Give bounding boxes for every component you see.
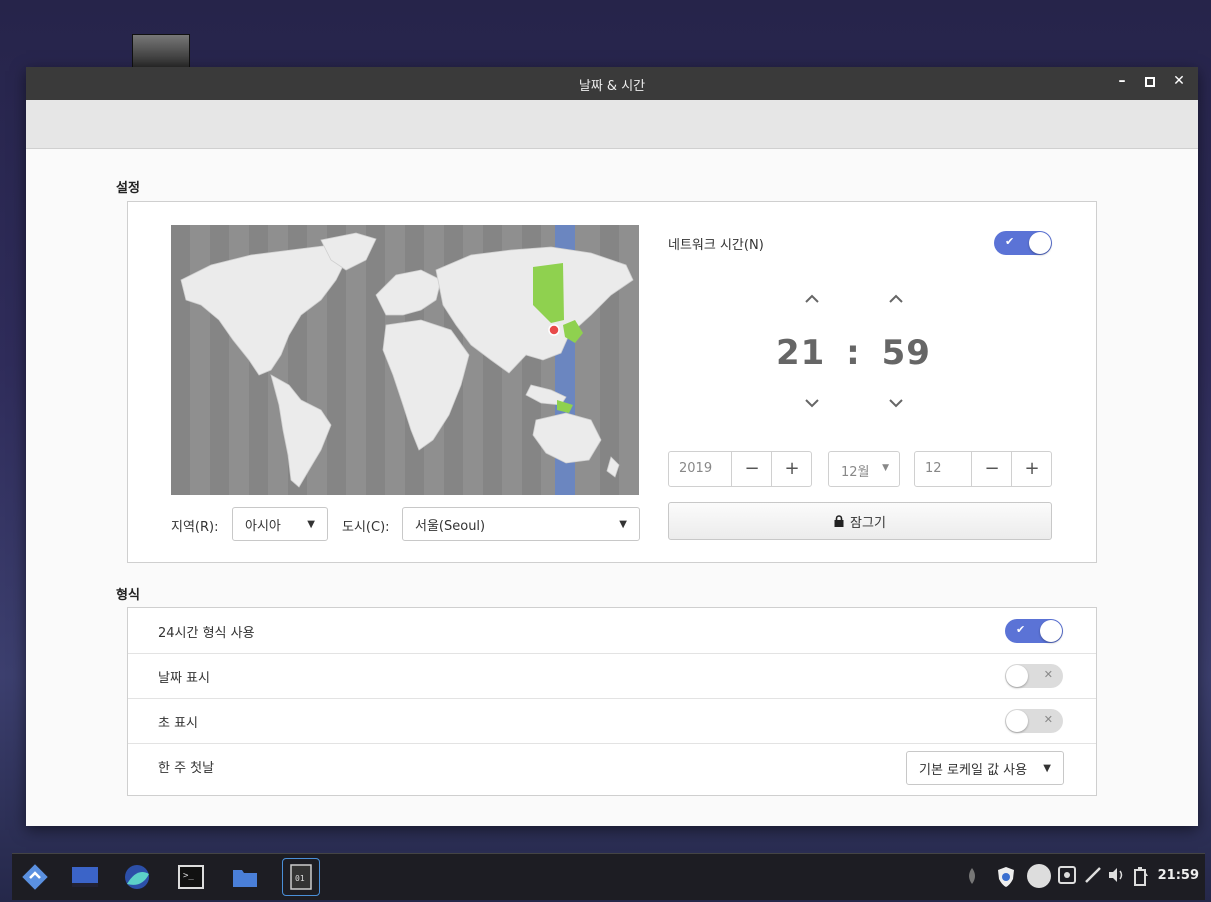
show-date-toggle[interactable]: ✕ — [1005, 664, 1063, 688]
city-label: 도시(C): — [342, 520, 390, 535]
show-seconds-toggle[interactable]: ✕ — [1005, 709, 1063, 733]
terminal-icon[interactable]: >_ — [176, 862, 206, 892]
svg-text:>_: >_ — [183, 871, 194, 881]
hour-value[interactable]: 21 — [776, 333, 825, 373]
toggle-knob — [1040, 620, 1062, 642]
title-bar: 날짜 & 시간 – ✕ — [26, 67, 1198, 100]
day-spinbox: 12 − + — [914, 451, 1052, 487]
screenshot-icon[interactable] — [1058, 866, 1076, 888]
year-spinbox: 2019 − + — [668, 451, 812, 487]
minute-value[interactable]: 59 — [882, 333, 931, 373]
chevron-down-icon: ▼ — [1043, 762, 1051, 774]
format-section-title: 형식 — [116, 588, 140, 603]
city-value: 서울(Seoul) — [415, 518, 486, 534]
format-24h-label: 24시간 형식 사용 — [158, 626, 255, 641]
lock-icon — [834, 515, 844, 527]
show-date-label: 날짜 표시 — [158, 671, 210, 686]
datetime-window: 날짜 & 시간 – ✕ 설정 지역(R): 아시아 ▼ 도시(C): 서울(Se… — [26, 67, 1198, 826]
shield-icon[interactable] — [996, 866, 1016, 888]
x-icon: ✕ — [1043, 713, 1053, 726]
network-time-label: 네트워크 시간(N) — [668, 238, 764, 253]
battery-icon[interactable] — [1132, 866, 1150, 888]
chevron-down-icon: ▼ — [882, 463, 889, 473]
minute-down-arrow-icon[interactable] — [881, 389, 911, 414]
day-decrement-button[interactable]: − — [971, 452, 1012, 486]
year-increment-button[interactable]: + — [771, 452, 812, 486]
hour-up-arrow-icon[interactable] — [797, 285, 827, 310]
svg-text:01: 01 — [295, 874, 305, 883]
time-display: 21 : 59 — [776, 333, 931, 373]
circle-icon[interactable] — [1026, 863, 1052, 888]
world-map-graphic — [171, 225, 634, 495]
format-24h-toggle[interactable]: ✔ — [1005, 619, 1063, 643]
network-time-toggle[interactable]: ✔ — [994, 231, 1052, 255]
pen-icon[interactable] — [1084, 866, 1102, 888]
year-value[interactable]: 2019 — [679, 461, 712, 476]
launcher-icon[interactable] — [20, 862, 50, 892]
browser-icon[interactable] — [122, 862, 152, 892]
minute-up-arrow-icon[interactable] — [881, 285, 911, 310]
region-dropdown[interactable]: 아시아 ▼ — [232, 507, 328, 541]
lock-button[interactable]: 잠그기 — [668, 502, 1052, 540]
day-value[interactable]: 12 — [925, 461, 942, 476]
first-day-label: 한 주 첫날 — [158, 761, 215, 776]
close-button[interactable]: ✕ — [1169, 73, 1189, 89]
location-marker — [548, 324, 560, 336]
timezone-map[interactable] — [171, 225, 639, 495]
minimize-button[interactable]: – — [1112, 73, 1132, 89]
month-value: 12월 — [841, 465, 870, 480]
lock-label: 잠그기 — [850, 515, 886, 531]
files-icon[interactable] — [230, 862, 260, 892]
desktop-icon[interactable] — [70, 862, 100, 892]
header-bar — [26, 100, 1198, 149]
chevron-down-icon: ▼ — [307, 518, 315, 530]
month-dropdown[interactable]: 12월 ▼ — [828, 451, 900, 487]
datetime-app-icon[interactable]: 01 — [282, 858, 320, 896]
volume-icon[interactable] — [1107, 866, 1127, 888]
maximize-button[interactable] — [1140, 73, 1160, 91]
year-decrement-button[interactable]: − — [731, 452, 772, 486]
check-icon: ✔ — [1005, 235, 1015, 248]
list-item: 초 표시 ✕ — [128, 698, 1096, 744]
region-label: 지역(R): — [171, 520, 219, 535]
region-value: 아시아 — [245, 518, 281, 534]
window-title: 날짜 & 시간 — [578, 79, 646, 94]
check-icon: ✔ — [1016, 623, 1026, 636]
hour-down-arrow-icon[interactable] — [797, 389, 827, 414]
list-item: 24시간 형식 사용 ✔ — [128, 608, 1096, 654]
first-day-value: 기본 로케일 값 사용 — [919, 762, 1028, 778]
taskbar-clock[interactable]: 21:59 — [1158, 868, 1199, 883]
settings-section-title: 설정 — [116, 181, 140, 196]
show-seconds-label: 초 표시 — [158, 716, 199, 731]
power-icon[interactable] — [964, 866, 980, 888]
day-increment-button[interactable]: + — [1011, 452, 1052, 486]
first-day-dropdown[interactable]: 기본 로케일 값 사용 ▼ — [906, 751, 1064, 785]
time-separator: : — [846, 333, 861, 373]
chevron-down-icon: ▼ — [619, 518, 627, 530]
city-dropdown[interactable]: 서울(Seoul) ▼ — [402, 507, 640, 541]
list-item: 한 주 첫날 기본 로케일 값 사용 ▼ — [128, 743, 1096, 788]
toggle-knob — [1029, 232, 1051, 254]
taskbar: >_ 01 21:59 — [12, 853, 1205, 900]
toggle-knob — [1006, 665, 1028, 687]
format-panel: 24시간 형식 사용 ✔ 날짜 표시 ✕ 초 표시 ✕ 한 주 첫날 기본 로케… — [127, 607, 1097, 796]
list-item: 날짜 표시 ✕ — [128, 653, 1096, 699]
x-icon: ✕ — [1043, 668, 1053, 681]
toggle-knob — [1006, 710, 1028, 732]
